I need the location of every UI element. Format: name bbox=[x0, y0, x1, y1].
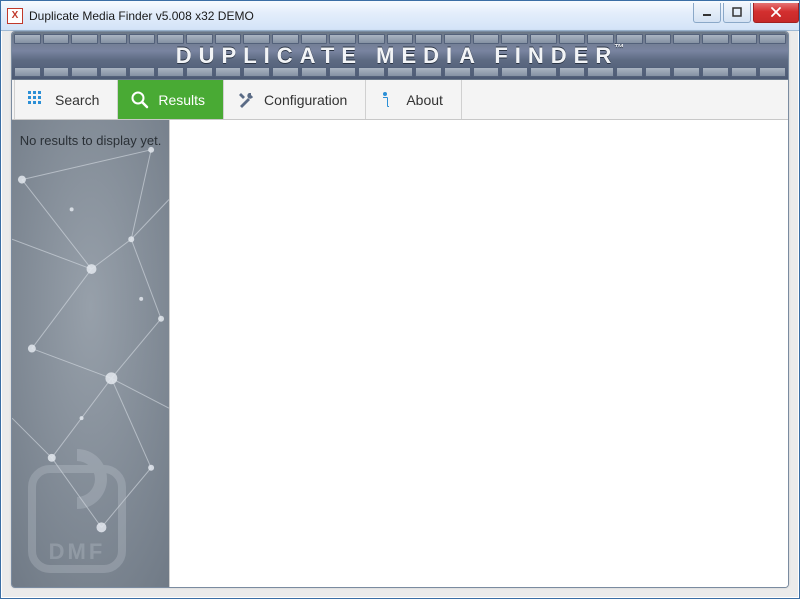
magnifier-icon bbox=[130, 90, 150, 110]
maximize-icon bbox=[732, 7, 742, 17]
window-title: Duplicate Media Finder v5.008 x32 DEMO bbox=[29, 9, 691, 23]
trademark-symbol: ™ bbox=[614, 43, 624, 54]
content-area: No results to display yet. bbox=[12, 120, 788, 587]
info-icon bbox=[378, 90, 398, 110]
tab-results-label: Results bbox=[158, 92, 205, 108]
search-grid-icon bbox=[27, 90, 47, 110]
minimize-button[interactable] bbox=[693, 3, 721, 23]
tab-configuration-label: Configuration bbox=[264, 92, 347, 108]
dmf-logo-text: DMF bbox=[49, 539, 106, 564]
tab-results[interactable]: Results bbox=[118, 80, 224, 119]
tools-icon bbox=[236, 90, 256, 110]
titlebar[interactable]: X Duplicate Media Finder v5.008 x32 DEMO bbox=[1, 1, 799, 31]
banner-title-text: DUPLICATE MEDIA FINDER bbox=[176, 43, 618, 68]
tab-about[interactable]: About bbox=[366, 80, 462, 119]
window-controls bbox=[691, 3, 799, 23]
tab-configuration[interactable]: Configuration bbox=[224, 80, 366, 119]
dmf-logo: DMF bbox=[22, 449, 142, 579]
no-results-message: No results to display yet. bbox=[12, 132, 169, 150]
close-icon bbox=[770, 7, 782, 17]
banner: DUPLICATE MEDIA FINDER™ bbox=[12, 32, 788, 80]
close-button[interactable] bbox=[753, 3, 799, 23]
banner-title: DUPLICATE MEDIA FINDER™ bbox=[176, 43, 624, 69]
app-icon: X bbox=[7, 8, 23, 24]
results-main-area bbox=[170, 120, 788, 587]
tab-about-label: About bbox=[406, 92, 443, 108]
tab-strip: Search Results bbox=[12, 80, 788, 120]
banner-squares-bottom bbox=[14, 67, 786, 77]
tab-search[interactable]: Search bbox=[14, 80, 118, 119]
tab-search-label: Search bbox=[55, 92, 99, 108]
maximize-button[interactable] bbox=[723, 3, 751, 23]
banner-squares-top bbox=[14, 34, 786, 44]
app-window: X Duplicate Media Finder v5.008 x32 DEMO bbox=[0, 0, 800, 599]
results-side-panel: No results to display yet. bbox=[12, 120, 170, 587]
minimize-icon bbox=[702, 7, 712, 17]
client-area: DUPLICATE MEDIA FINDER™ Search bbox=[11, 31, 789, 588]
